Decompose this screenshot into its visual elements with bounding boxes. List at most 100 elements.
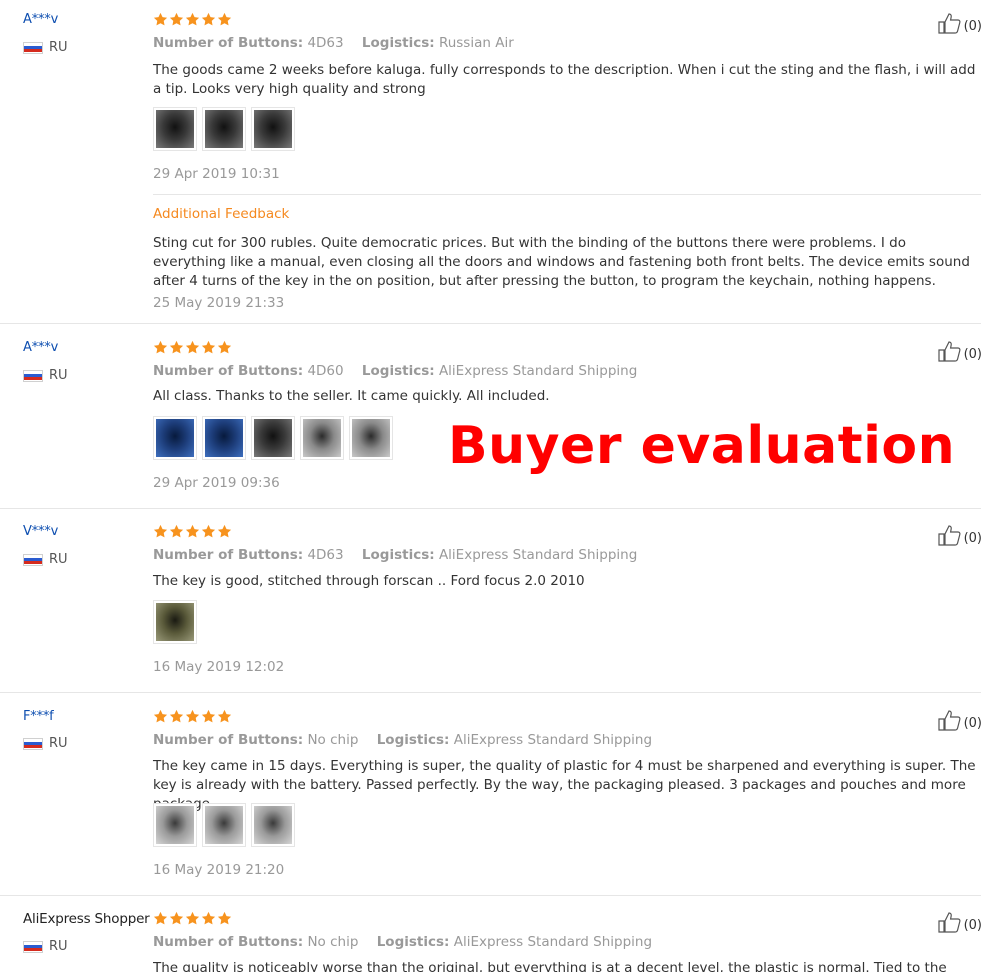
reviewer-country: RU [23,736,68,751]
reviewer-name[interactable]: F***f [23,709,54,724]
review-photo-thumbnail[interactable] [251,107,295,151]
star-icon [169,709,184,723]
star-icon [185,12,200,26]
russia-flag-icon [23,553,43,566]
thumbs-up-icon [937,710,961,731]
logistics-value: AliExpress Standard Shipping [438,547,638,563]
star-rating [153,12,232,27]
logistics-label: Logistics: [361,547,435,563]
review-photo-thumbnail[interactable] [251,416,295,460]
logistics-value: AliExpress Standard Shipping [453,732,653,748]
review-text: The quality is noticeably worse than the… [153,960,947,972]
star-icon [153,12,168,26]
review-photo-thumbnail[interactable] [349,416,393,460]
star-icon [217,911,232,925]
thumbs-up-icon [937,341,961,362]
additional-feedback-text: Sting cut for 300 rubles. Quite democrat… [153,235,970,289]
country-code: RU [49,736,68,751]
russia-flag-icon [23,737,43,750]
buttons-label: Number of Buttons: [153,547,304,563]
review-meta: Number of Buttons: No chip Logistics: Al… [153,732,652,748]
review-photo-thumbnail[interactable] [251,803,295,847]
reviewer-country: RU [23,552,68,567]
reviewer-name[interactable]: A***v [23,12,58,27]
helpful-button[interactable]: (0) [937,524,982,546]
buttons-value: 4D63 [307,547,344,563]
reviewer-name[interactable]: V***v [23,524,58,539]
thumbs-up-icon [937,912,961,933]
star-icon [201,524,216,538]
review-photo-thumbnail[interactable] [202,416,246,460]
reviewer-name[interactable]: A***v [23,340,58,355]
helpful-button[interactable]: (0) [937,709,982,731]
review-meta: Number of Buttons: 4D60 Logistics: AliEx… [153,363,637,379]
star-icon [217,340,232,354]
star-icon [185,524,200,538]
thumbs-up-icon [937,525,961,546]
review-date: 16 May 2019 21:20 [153,862,285,878]
review-divider [0,323,981,324]
review-photos [153,803,295,847]
additional-feedback-title: Additional Feedback [153,206,290,222]
star-icon [153,524,168,538]
photo-image [205,110,243,148]
photo-image [254,806,292,844]
photo-image [254,110,292,148]
review-photo-thumbnail[interactable] [153,600,197,644]
buttons-label: Number of Buttons: [153,732,304,748]
review-text: All class. Thanks to the seller. It came… [153,388,550,404]
review-photo-thumbnail[interactable] [153,107,197,151]
star-icon [169,524,184,538]
star-icon [217,524,232,538]
star-icon [217,12,232,26]
star-icon [185,709,200,723]
country-code: RU [49,368,68,383]
star-icon [169,340,184,354]
russia-flag-icon [23,369,43,382]
review-divider [0,692,981,693]
helpful-count: (0) [963,531,982,546]
logistics-value: AliExpress Standard Shipping [438,363,638,379]
logistics-label: Logistics: [361,363,435,379]
photo-image [352,419,390,457]
logistics-value: Russian Air [438,35,514,51]
photo-image [254,419,292,457]
logistics-label: Logistics: [361,35,435,51]
helpful-button[interactable]: (0) [937,911,982,933]
review-meta: Number of Buttons: 4D63 Logistics: Russi… [153,35,514,51]
helpful-count: (0) [963,347,982,362]
star-icon [201,709,216,723]
review-photo-thumbnail[interactable] [202,803,246,847]
review-date: 29 Apr 2019 09:36 [153,475,280,491]
helpful-count: (0) [963,19,982,34]
star-icon [201,12,216,26]
logistics-label: Logistics: [376,732,450,748]
review-photo-thumbnail[interactable] [153,416,197,460]
star-icon [153,911,168,925]
star-icon [153,709,168,723]
buttons-value: 4D60 [307,363,344,379]
buttons-value: No chip [307,934,359,950]
buttons-value: No chip [307,732,359,748]
star-icon [153,340,168,354]
photo-image [205,806,243,844]
star-icon [201,340,216,354]
review-photo-thumbnail[interactable] [300,416,344,460]
country-code: RU [49,40,68,55]
helpful-button[interactable]: (0) [937,340,982,362]
reviewer-name[interactable]: AliExpress Shopper [23,911,150,927]
star-rating [153,340,232,355]
review-photo-thumbnail[interactable] [202,107,246,151]
star-icon [217,709,232,723]
star-icon [169,12,184,26]
review-photos [153,416,393,460]
divider [153,194,981,195]
star-icon [185,340,200,354]
photo-image [156,603,194,641]
review-text: The key is good, stitched through forsca… [153,573,585,589]
review-divider [0,508,981,509]
review-photo-thumbnail[interactable] [153,803,197,847]
additional-feedback-date: 25 May 2019 21:33 [153,295,285,311]
helpful-button[interactable]: (0) [937,12,982,34]
star-icon [185,911,200,925]
